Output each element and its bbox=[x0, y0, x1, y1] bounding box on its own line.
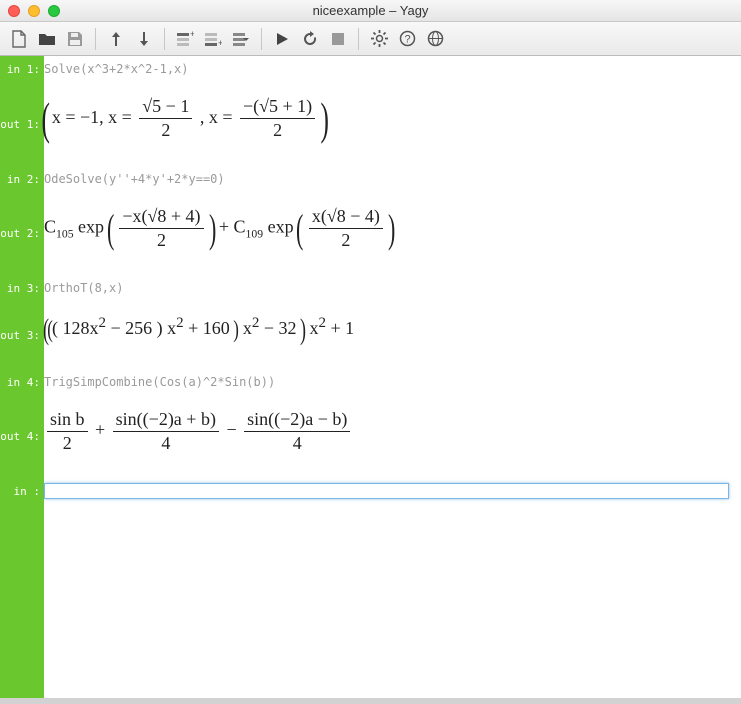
math-out-2: C105 exp ( −x(√8 + 4)2 ) + C109 exp ( x(… bbox=[44, 192, 729, 275]
tb-sep bbox=[95, 28, 96, 50]
move-down-button[interactable] bbox=[131, 26, 157, 52]
tb-sep bbox=[164, 28, 165, 50]
label-in-1: in 1: bbox=[0, 63, 44, 76]
globe-button[interactable] bbox=[422, 26, 448, 52]
window-titlebar: niceexample – Yagy bbox=[0, 0, 741, 22]
svg-text:+: + bbox=[218, 38, 222, 47]
stop-button[interactable] bbox=[325, 26, 351, 52]
label-in-new: in : bbox=[0, 485, 44, 498]
run-button[interactable] bbox=[269, 26, 295, 52]
cell-out-1: out 1: ( x = −1, x = √5 − 12 , x = −(√5 … bbox=[44, 82, 729, 166]
window-controls bbox=[8, 5, 60, 17]
minimize-icon[interactable] bbox=[28, 5, 40, 17]
maximize-icon[interactable] bbox=[48, 5, 60, 17]
code-in-4[interactable]: TrigSimpCombine(Cos(a)^2*Sin(b)) bbox=[44, 369, 729, 395]
code-in-3[interactable]: OrthoT(8,x) bbox=[44, 275, 729, 301]
new-file-button[interactable] bbox=[6, 26, 32, 52]
math-out-4: sin b2 + sin((−2)a + b)4 − sin((−2)a − b… bbox=[44, 395, 729, 478]
label-in-2: in 2: bbox=[0, 173, 44, 186]
notebook-area: in 1: Solve(x^3+2*x^2-1,x) out 1: ( x = … bbox=[0, 56, 741, 704]
insert-below-button[interactable]: + bbox=[200, 26, 226, 52]
save-button[interactable] bbox=[62, 26, 88, 52]
list-menu-button[interactable] bbox=[228, 26, 254, 52]
help-button[interactable]: ? bbox=[394, 26, 420, 52]
label-out-4: out 4: bbox=[0, 430, 44, 443]
cell-in-new: in : bbox=[44, 478, 729, 504]
svg-text:+: + bbox=[190, 31, 194, 39]
cell-in-1: in 1: Solve(x^3+2*x^2-1,x) bbox=[44, 56, 729, 82]
cell-out-4: out 4: sin b2 + sin((−2)a + b)4 − sin((−… bbox=[44, 395, 729, 478]
label-out-3: out 3: bbox=[0, 329, 44, 342]
cell-out-3: out 3: ((( 128x2 − 256 ) x2 + 160 ) x2 −… bbox=[44, 301, 729, 369]
tb-sep bbox=[358, 28, 359, 50]
cell-in-3: in 3: OrthoT(8,x) bbox=[44, 275, 729, 301]
svg-text:?: ? bbox=[404, 34, 410, 46]
math-out-1: ( x = −1, x = √5 − 12 , x = −(√5 + 1)2 ) bbox=[44, 82, 729, 166]
code-in-2[interactable]: OdeSolve(y''+4*y'+2*y==0) bbox=[44, 166, 729, 192]
code-in-1[interactable]: Solve(x^3+2*x^2-1,x) bbox=[44, 56, 729, 82]
cell-in-2: in 2: OdeSolve(y''+4*y'+2*y==0) bbox=[44, 166, 729, 192]
math-out-3: ((( 128x2 − 256 ) x2 + 160 ) x2 − 32 ) x… bbox=[44, 301, 729, 369]
cell-in-4: in 4: TrigSimpCombine(Cos(a)^2*Sin(b)) bbox=[44, 369, 729, 395]
tb-sep bbox=[261, 28, 262, 50]
open-file-button[interactable] bbox=[34, 26, 60, 52]
settings-button[interactable] bbox=[366, 26, 392, 52]
label-out-1: out 1: bbox=[0, 118, 44, 131]
insert-above-button[interactable]: + bbox=[172, 26, 198, 52]
main-toolbar: + + ? bbox=[0, 22, 741, 56]
label-in-3: in 3: bbox=[0, 282, 44, 295]
reload-button[interactable] bbox=[297, 26, 323, 52]
window-title: niceexample – Yagy bbox=[0, 3, 741, 18]
input-field[interactable] bbox=[44, 483, 729, 499]
label-in-4: in 4: bbox=[0, 376, 44, 389]
move-up-button[interactable] bbox=[103, 26, 129, 52]
cell-out-2: out 2: C105 exp ( −x(√8 + 4)2 ) + C109 e… bbox=[44, 192, 729, 275]
close-icon[interactable] bbox=[8, 5, 20, 17]
label-out-2: out 2: bbox=[0, 227, 44, 240]
